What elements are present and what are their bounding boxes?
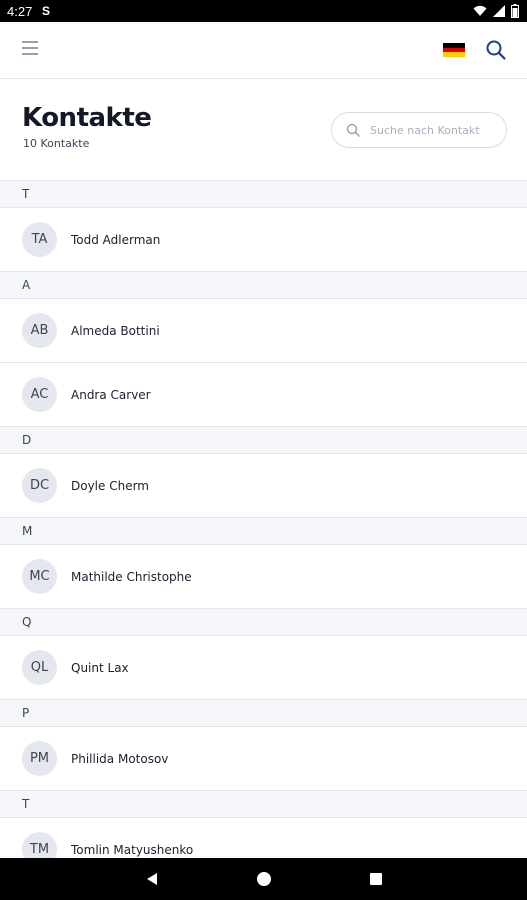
notification-s-icon: S [42, 4, 51, 18]
contact-name: Mathilde Christophe [71, 569, 192, 584]
avatar: PM [22, 741, 57, 776]
page-title: Kontakte [22, 103, 152, 133]
section-header: A [0, 272, 527, 299]
status-bar: 4:27 S [0, 0, 527, 22]
avatar: DC [22, 468, 57, 503]
status-icons [473, 3, 519, 19]
navigation-bar [0, 858, 527, 900]
contact-row[interactable]: AB Almeda Bottini [0, 299, 527, 363]
contact-name: Almeda Bottini [71, 323, 160, 338]
search-box[interactable] [331, 112, 507, 148]
avatar: MC [22, 559, 57, 594]
avatar: QL [22, 650, 57, 685]
avatar: AC [22, 377, 57, 412]
contact-row[interactable]: TM Tomlin Matyushenko [0, 818, 527, 858]
contact-name: Phillida Motosov [71, 751, 169, 766]
contact-name: Todd Adlerman [71, 232, 161, 247]
recents-icon[interactable] [370, 873, 382, 885]
avatar: TA [22, 222, 57, 257]
contact-row[interactable]: PM Phillida Motosov [0, 727, 527, 791]
search-input[interactable] [370, 123, 500, 137]
avatar: AB [22, 313, 57, 348]
search-icon[interactable] [485, 39, 507, 61]
section-header: M [0, 518, 527, 545]
section-header: T [0, 181, 527, 208]
status-time: 4:27 [7, 4, 33, 19]
search-field-icon [346, 123, 360, 137]
back-icon[interactable] [145, 872, 159, 886]
contact-row[interactable]: QL Quint Lax [0, 636, 527, 700]
german-flag-icon[interactable] [443, 43, 465, 57]
section-header: T [0, 791, 527, 818]
home-icon[interactable] [257, 872, 271, 886]
section-header: Q [0, 609, 527, 636]
contact-row[interactable]: TA Todd Adlerman [0, 208, 527, 272]
contact-count: 10 Kontakte [23, 137, 90, 150]
section-header: D [0, 427, 527, 454]
page-header: Kontakte 10 Kontakte [0, 79, 527, 181]
wifi-icon [473, 5, 487, 16]
flag-stripe-gold [443, 52, 465, 57]
contact-name: Quint Lax [71, 660, 129, 675]
contact-row[interactable]: MC Mathilde Christophe [0, 545, 527, 609]
contact-row[interactable]: AC Andra Carver [0, 363, 527, 427]
contact-name: Doyle Cherm [71, 478, 149, 493]
signal-icon [493, 5, 505, 17]
contact-row[interactable]: DC Doyle Cherm [0, 454, 527, 518]
contact-list[interactable]: T TA Todd Adlerman A AB Almeda Bottini A… [0, 180, 527, 858]
avatar: TM [22, 832, 57, 858]
hamburger-menu-icon[interactable] [22, 41, 42, 59]
section-header: P [0, 700, 527, 727]
battery-icon [511, 4, 519, 18]
contact-name: Tomlin Matyushenko [71, 842, 194, 857]
app-bar [0, 22, 527, 79]
contact-name: Andra Carver [71, 387, 151, 402]
